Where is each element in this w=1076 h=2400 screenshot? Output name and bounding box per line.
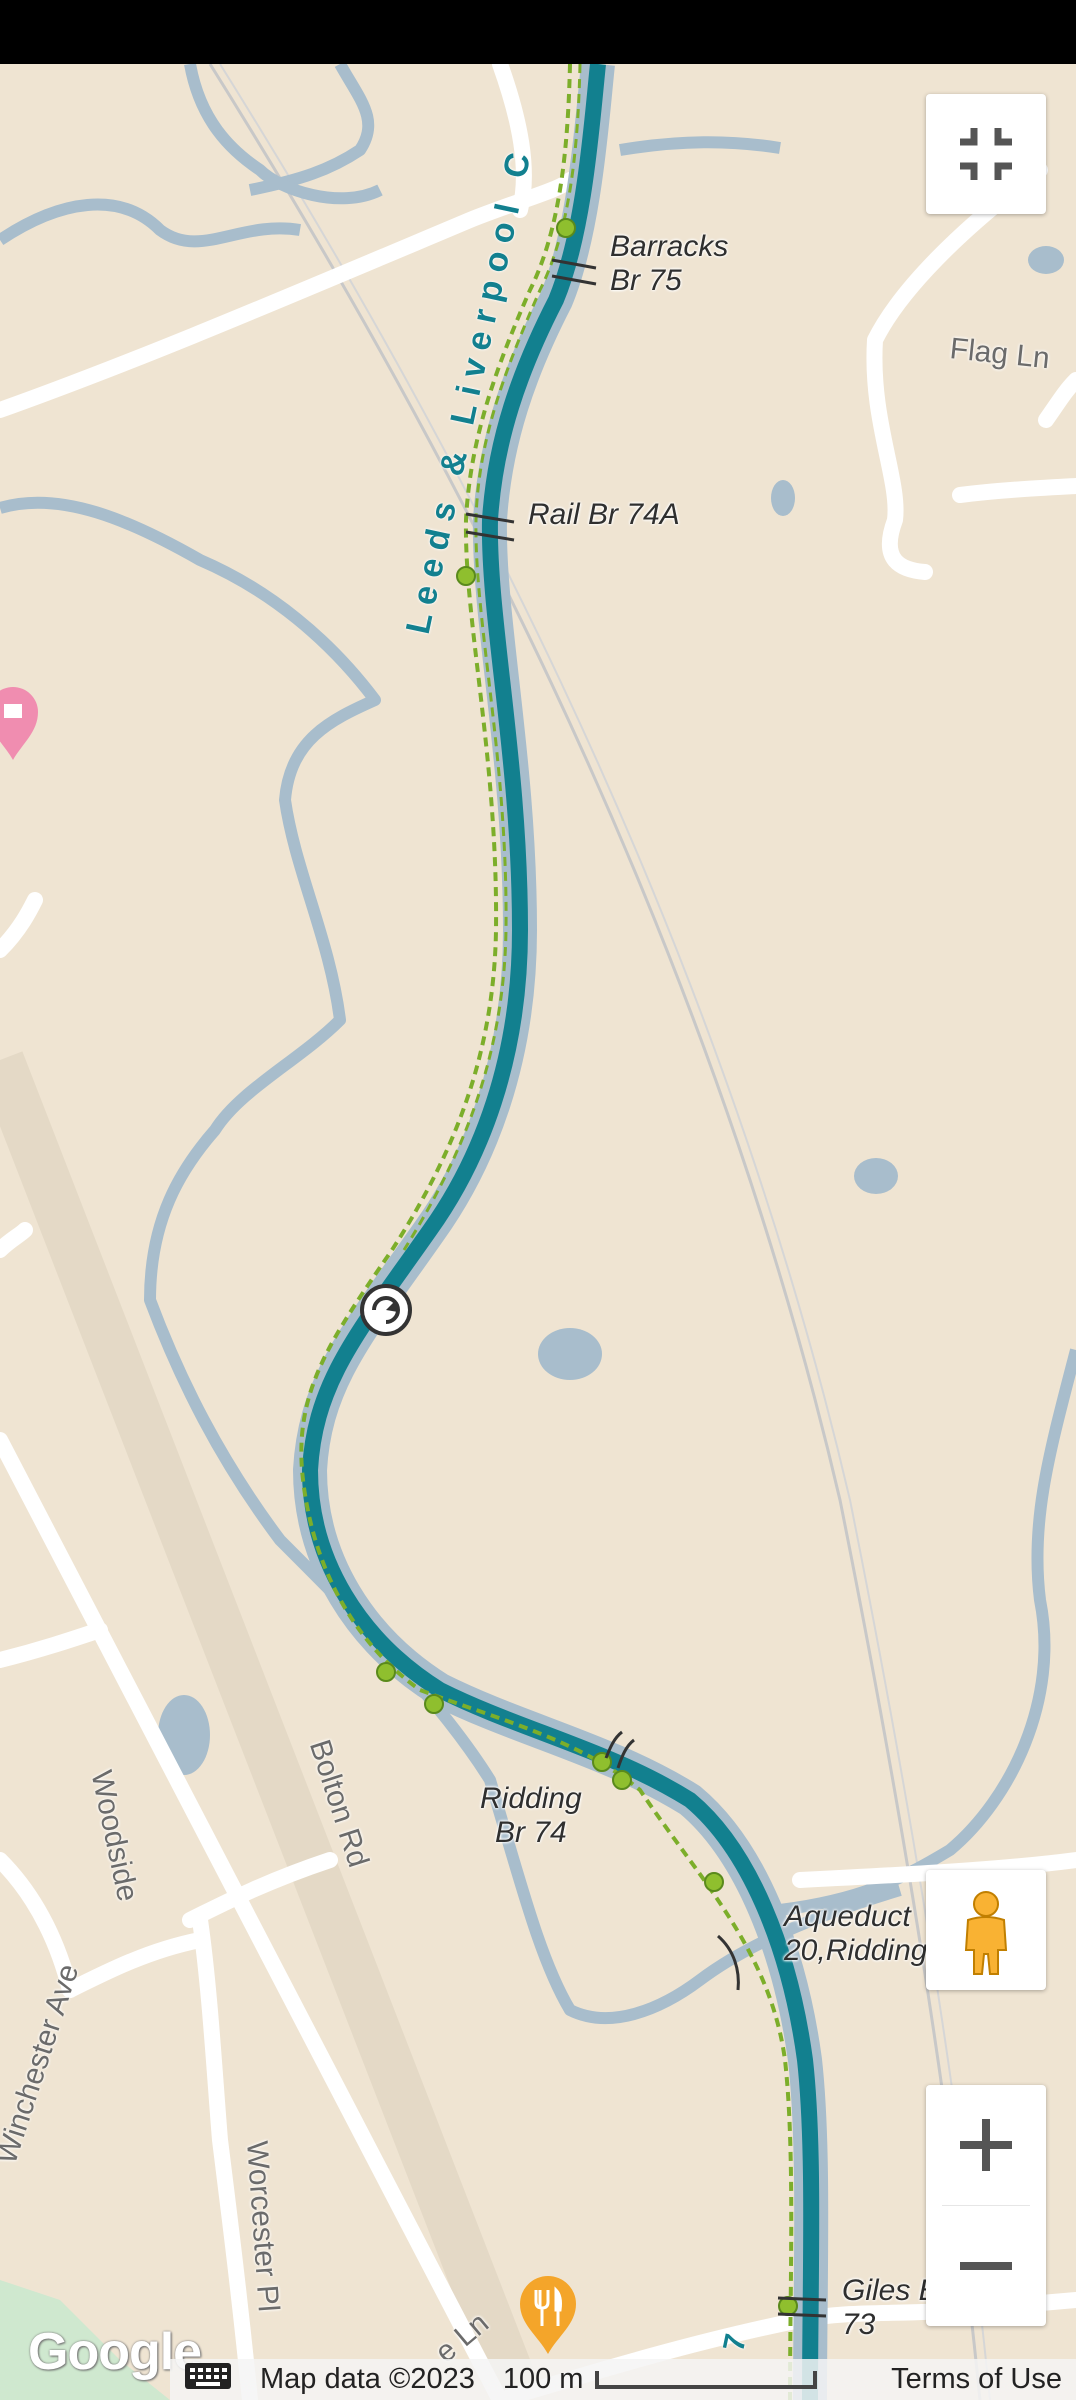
- fork-knife-icon[interactable]: [518, 2276, 578, 2356]
- giles-bridge-label: Giles B 73: [842, 2274, 939, 2341]
- barracks-bridge-label: Barracks Br 75: [610, 230, 729, 297]
- scale-label: 100 m: [502, 2363, 584, 2395]
- pegman-icon: [964, 1891, 1008, 1975]
- fullscreen-exit-icon: [960, 128, 1012, 180]
- keyboard-icon: [185, 2362, 231, 2389]
- map-base: [0, 64, 1076, 2400]
- zoom-out-button[interactable]: [926, 2206, 1046, 2326]
- plus-icon: [960, 2119, 1012, 2171]
- ridding-bridge-label: Ridding Br 74: [480, 1782, 582, 1849]
- aqueduct-label: Aqueduct 20,Ridding: [784, 1900, 928, 1967]
- terms-of-use-link[interactable]: Terms of Use: [877, 2363, 1076, 2396]
- keyboard-shortcuts-button[interactable]: [170, 2362, 246, 2398]
- map-data-attribution[interactable]: Map data ©2023: [246, 2363, 489, 2396]
- status-bar: [0, 0, 1076, 64]
- scale-bar[interactable]: 100 m: [489, 2363, 832, 2396]
- pink-place-icon[interactable]: [0, 682, 38, 762]
- minus-icon: [960, 2262, 1012, 2270]
- zoom-control: [926, 2085, 1046, 2326]
- scale-line: [595, 2370, 818, 2389]
- lock-icon: [360, 1284, 412, 1336]
- map-footer-bar: Map data ©2023 100 m Terms of Use: [170, 2359, 1076, 2400]
- rail-bridge-label: Rail Br 74A: [528, 498, 680, 531]
- zoom-in-button[interactable]: [926, 2085, 1046, 2205]
- fullscreen-exit-button[interactable]: [926, 94, 1046, 214]
- map-canvas[interactable]: Leeds & Liverpool C Barracks Br 75 Rail …: [0, 64, 1076, 2400]
- street-view-pegman-button[interactable]: [926, 1870, 1046, 1990]
